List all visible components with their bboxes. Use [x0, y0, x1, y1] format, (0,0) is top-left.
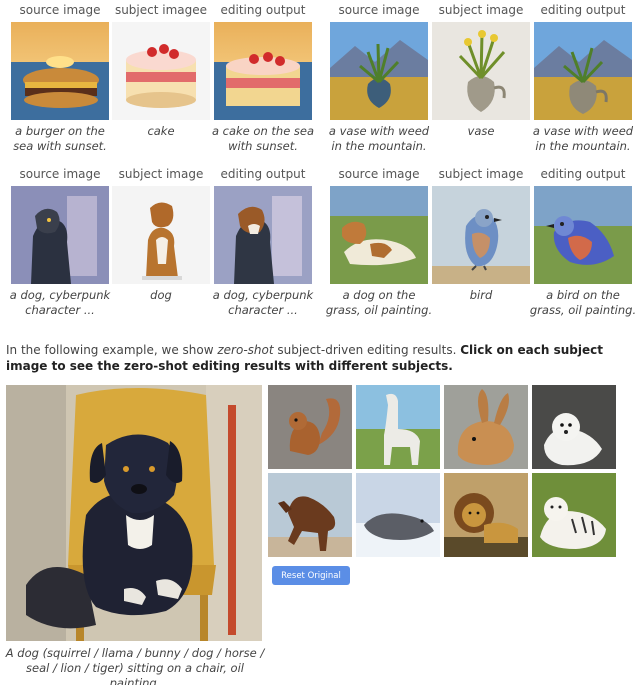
header-subject-image: subject image [118, 167, 204, 181]
cake-sea-output-image [214, 22, 312, 120]
vase-image [432, 22, 530, 120]
header-subject-image: subject image [438, 167, 524, 181]
main-image-caption: A dog (squirrel / llama / bunny / dog / … [5, 646, 265, 685]
burger-sea-image [11, 22, 109, 120]
header-source-image: source image [19, 3, 101, 17]
vase-mountain-output-image [534, 22, 632, 120]
intro-paragraph: In the following example, we show zero-s… [6, 342, 636, 374]
header-source-image: source image [19, 167, 101, 181]
bird-grass-output-image [534, 186, 632, 284]
subject-thumb-dog[interactable] [532, 385, 616, 469]
header-source-image: source image [338, 167, 420, 181]
bird-image [432, 186, 530, 284]
caption-subject: vase [467, 124, 495, 138]
caption-output: a bird on the grass, oil painting. [529, 288, 637, 317]
header-editing-output: editing output [220, 3, 306, 17]
header-editing-output: editing output [540, 167, 626, 181]
example-row-1: source image subject imagee editing outp… [0, 2, 640, 162]
reset-original-button[interactable]: Reset Original [272, 566, 350, 585]
cyberpunk-dog-output-image [214, 186, 312, 284]
caption-output: a vase with weed in the mountain. [532, 124, 634, 153]
caption-subject: bird [469, 288, 493, 302]
caption-subject: cake [147, 124, 175, 138]
cake-image [112, 22, 210, 120]
header-editing-output: editing output [220, 167, 306, 181]
caption-source: a burger on the sea with sunset. [13, 124, 107, 153]
caption-source: a dog on the grass, oil painting. [325, 288, 433, 317]
intro-middle: subject-driven editing results. [273, 343, 461, 357]
subject-thumb-squirrel[interactable] [268, 385, 352, 469]
header-subject-image: subject image [438, 3, 524, 17]
header-subject-image: subject imagee [114, 3, 208, 17]
intro-emphasis: zero-shot [217, 343, 274, 357]
caption-output: a cake on the sea with sunset. [211, 124, 315, 153]
header-editing-output: editing output [540, 3, 626, 17]
dog-grass-image [330, 186, 428, 284]
caption-source: a dog, cyberpunk character ... [9, 288, 111, 317]
dog-image [112, 186, 210, 284]
intro-prefix: In the following example, we show [6, 343, 218, 357]
caption-output: a dog, cyberpunk character ... [212, 288, 314, 317]
dog-on-chair-main-image [6, 385, 262, 641]
subject-thumb-seal[interactable] [356, 473, 440, 557]
caption-source: a vase with weed in the mountain. [328, 124, 430, 153]
subject-thumb-tiger[interactable] [532, 473, 616, 557]
subject-thumb-bunny[interactable] [444, 385, 528, 469]
example-row-2: source image subject image editing outpu… [0, 166, 640, 326]
cyberpunk-dog-image [11, 186, 109, 284]
subject-thumb-horse[interactable] [268, 473, 352, 557]
subject-thumb-lion[interactable] [444, 473, 528, 557]
header-source-image: source image [338, 3, 420, 17]
vase-mountain-image [330, 22, 428, 120]
subject-thumb-llama[interactable] [356, 385, 440, 469]
caption-subject: dog [150, 288, 172, 302]
